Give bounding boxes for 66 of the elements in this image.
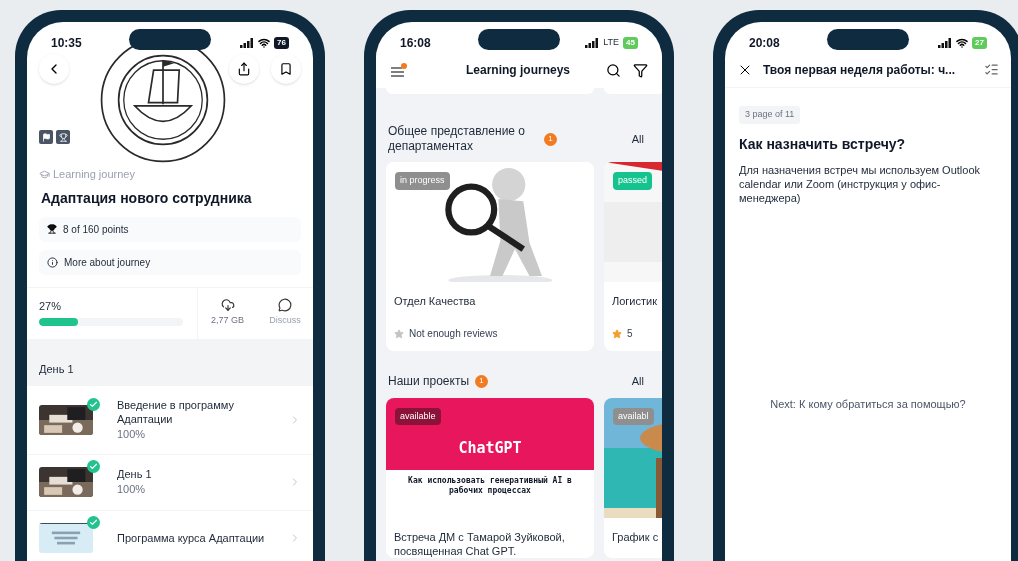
table-of-contents-icon[interactable]	[984, 62, 999, 77]
lesson-progress: 100%	[117, 426, 147, 442]
lesson-item[interactable]: День 1 100%	[27, 455, 313, 511]
share-icon	[237, 62, 251, 76]
signal-icon	[585, 38, 600, 48]
points-text: 8 of 160 points	[63, 222, 129, 237]
course-card[interactable]: ChatGPT Как использовать генеративный AI в рабочих процессах available Встреча ДМ с Тамарой Зуйковой, посвященная Chat GPT.	[386, 397, 594, 558]
count-badge: 1	[544, 132, 557, 146]
lesson-title: Введение в программу Адаптации	[117, 397, 235, 426]
battery-indicator: 27	[972, 37, 987, 49]
search-icon[interactable]	[606, 62, 621, 78]
lesson-progress: 100%	[117, 482, 147, 497]
share-button[interactable]	[229, 54, 259, 84]
lesson-item[interactable]: Введение в программу Адаптации 100%	[27, 385, 313, 455]
trophy-icon	[47, 224, 57, 234]
section-heading: День 1	[39, 362, 74, 377]
download-button[interactable]: 2,77 GB	[197, 287, 257, 339]
info-icon	[47, 256, 58, 268]
trophy-icon	[56, 130, 70, 144]
journey-title: Адаптация нового сотрудника	[40, 188, 253, 208]
status-time: 20:08	[749, 35, 780, 52]
status-time: 16:08	[400, 35, 431, 52]
card-title: Отдел Качества	[393, 294, 477, 308]
more-about-journey-button[interactable]: More about journey	[39, 249, 301, 275]
screen-title: Learning journeys	[465, 62, 571, 79]
card-title: Встреча ДМ с Тамарой Зуйковой, посвященная Chat GPT.	[393, 529, 566, 558]
back-button[interactable]	[39, 54, 69, 84]
network-type: LTE	[603, 36, 620, 50]
chat-bubble-icon	[278, 298, 292, 313]
menu-icon[interactable]	[390, 63, 408, 77]
section-title: Общее представление о департаментах	[388, 124, 527, 154]
lesson-title: Программа курса Адаптации	[117, 530, 266, 545]
cloud-download-icon	[220, 298, 235, 313]
section-title: Наши проекты	[388, 373, 470, 389]
rating-text: 5	[627, 327, 633, 341]
signal-icon	[938, 38, 953, 48]
count-badge: 1	[475, 374, 489, 388]
page-counter: 3 page of 11	[739, 106, 801, 124]
content-type-label: Learning journey	[53, 167, 135, 182]
bookmark-button[interactable]	[271, 54, 301, 84]
flag-icon	[39, 130, 53, 144]
lesson-title: День 1	[117, 467, 153, 481]
see-all-link[interactable]: All	[631, 130, 644, 148]
cover-subtitle: Как использовать генеративный AI в рабочих процессах	[407, 474, 573, 497]
cover-title: ChatGPT	[458, 438, 522, 459]
battery-indicator: 45	[623, 37, 638, 49]
next-page-link[interactable]: Next: К кому обратиться за помощью?	[770, 398, 966, 410]
course-card[interactable]: passed Логистик 5	[604, 162, 662, 351]
lesson-header-title: Твоя первая неделя работы: ч...	[762, 61, 957, 79]
filter-icon[interactable]	[633, 62, 648, 78]
page-body-text: Для назначения встреч мы используем Outlook calendar или Zoom (инструкция у офис-менеджера)	[739, 163, 982, 205]
card-title: Логистик	[611, 294, 658, 308]
status-tag: passed	[613, 172, 653, 190]
page-heading: Как назначить встречу?	[739, 135, 907, 154]
course-card[interactable]: availabl График с	[604, 397, 662, 558]
progress-percent: 27%	[39, 298, 63, 314]
signal-icon	[240, 38, 255, 48]
rating-text: Not enough reviews	[409, 327, 498, 341]
see-all-link[interactable]: All	[631, 373, 644, 390]
battery-indicator: 76	[274, 37, 289, 49]
card-title: График с	[611, 529, 660, 544]
lesson-item[interactable]: Программа курса Адаптации	[27, 510, 313, 561]
bookmark-icon	[279, 62, 293, 76]
status-time: 10:35	[51, 35, 82, 52]
status-tag: in progress	[395, 172, 450, 190]
graduation-cap-icon	[39, 168, 50, 180]
